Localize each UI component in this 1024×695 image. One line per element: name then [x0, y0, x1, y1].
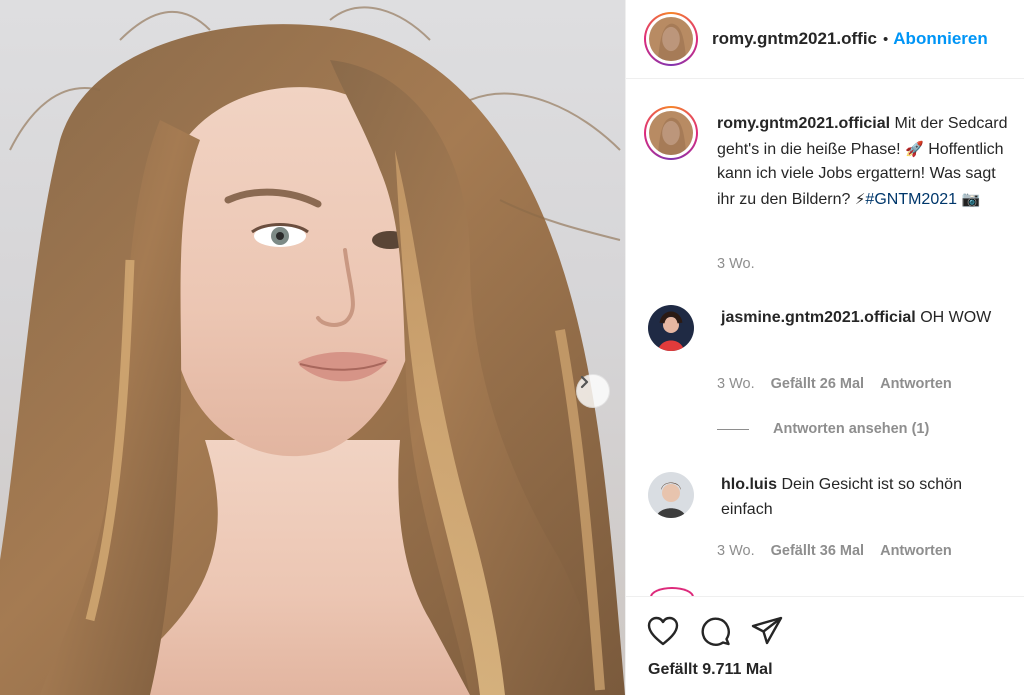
caption-meta: 3 Wo.: [717, 256, 755, 272]
comment-text: jasmine.gntm2021.official OH WOW: [721, 306, 1013, 351]
post-sidebar: romy.gntm2021.offic • Abonnieren romy.gn…: [625, 0, 1024, 695]
commenter-avatar[interactable]: [648, 472, 694, 518]
lightning-icon: ⚡: [854, 189, 866, 208]
comment-meta: 3 Wo. Gefällt 36 Mal Antworten: [717, 543, 952, 559]
caption-entry: romy.gntm2021.official Mit der Sedcard g…: [644, 106, 1009, 212]
heart-icon[interactable]: [646, 615, 680, 647]
comment-username[interactable]: jasmine.gntm2021.official: [721, 309, 916, 326]
replies-divider: [717, 428, 749, 430]
likes-count[interactable]: Gefällt 9.711 Mal: [648, 661, 773, 679]
comments-section: romy.gntm2021.official Mit der Sedcard g…: [626, 80, 1024, 596]
avatar-image: [649, 111, 693, 155]
comment-likes[interactable]: Gefällt 36 Mal: [771, 543, 864, 559]
camera-icon: 📷: [961, 189, 981, 208]
portrait-image: [0, 6, 625, 695]
action-icons: [646, 615, 784, 647]
comment-item: hlo.luis Dein Gesicht ist so schön einfa…: [644, 472, 1013, 522]
avatar-image: [649, 17, 693, 61]
view-replies-label: Antworten ansehen (1): [773, 421, 930, 437]
post-photo: [0, 0, 625, 695]
comment-time: 3 Wo.: [717, 543, 755, 559]
commenter-avatar[interactable]: [648, 305, 694, 351]
comment-body: OH WOW: [920, 309, 992, 326]
comment-username[interactable]: hlo.luis: [721, 476, 777, 493]
avatar-image: [648, 305, 694, 351]
avatar-image: [648, 472, 694, 518]
comment-likes[interactable]: Gefällt 26 Mal: [771, 376, 864, 392]
comment-text: hlo.luis Dein Gesicht ist so schön einfa…: [721, 473, 1013, 522]
post-header: romy.gntm2021.offic • Abonnieren: [626, 0, 1024, 79]
follow-button[interactable]: Abonnieren: [893, 29, 987, 49]
caption-text: romy.gntm2021.official Mit der Sedcard g…: [717, 112, 1009, 212]
author-username[interactable]: romy.gntm2021.offic: [712, 29, 877, 49]
reply-button[interactable]: Antworten: [880, 543, 952, 559]
post-actions: Gefällt 9.711 Mal: [626, 596, 1024, 695]
hashtag-link[interactable]: #GNTM2021: [865, 191, 957, 208]
caption-avatar[interactable]: [644, 106, 698, 160]
view-replies-button[interactable]: Antworten ansehen (1): [717, 421, 929, 437]
separator-dot: •: [883, 30, 889, 48]
chevron-right-icon: [580, 375, 589, 389]
next-comment-avatar: [650, 587, 694, 596]
next-image-button[interactable]: [576, 374, 610, 408]
rocket-icon: 🚀: [905, 139, 924, 158]
comment-item: jasmine.gntm2021.official OH WOW: [644, 305, 1013, 351]
caption-time: 3 Wo.: [717, 256, 755, 272]
caption-username[interactable]: romy.gntm2021.official: [717, 115, 890, 132]
comment-time: 3 Wo.: [717, 376, 755, 392]
comment-icon[interactable]: [698, 615, 732, 647]
share-icon[interactable]: [750, 615, 784, 647]
comment-meta: 3 Wo. Gefällt 26 Mal Antworten: [717, 376, 952, 392]
author-avatar[interactable]: [644, 12, 698, 66]
reply-button[interactable]: Antworten: [880, 376, 952, 392]
